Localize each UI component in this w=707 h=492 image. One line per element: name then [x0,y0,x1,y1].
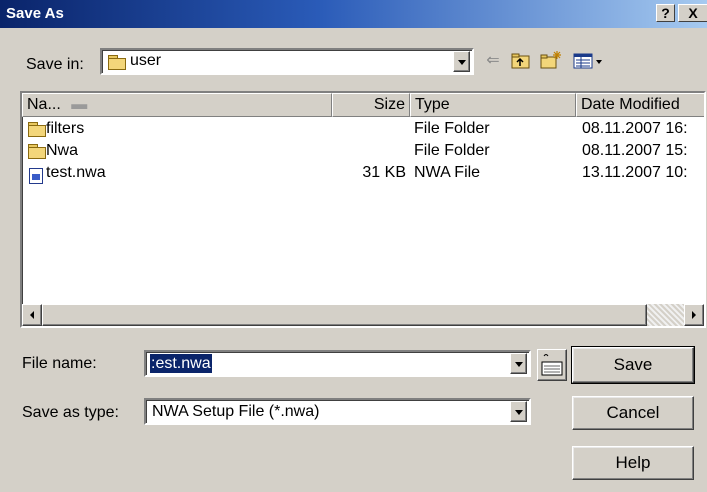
file-name-cell: test.nwa [46,164,106,181]
list-item[interactable]: test.nwa 31 KB NWA File 13.11.2007 10: [22,162,704,184]
list-item[interactable]: filters File Folder 08.11.2007 16: [22,118,704,140]
scroll-left-button[interactable] [22,304,42,326]
back-arrow-icon: ⇐ [486,52,500,69]
folder-icon [108,55,126,70]
views-menu-icon [573,53,602,69]
save-as-type-label: Save as type: [22,404,119,421]
folder-icon [28,121,46,137]
save-as-dialog: Save As ? X Save in: user ⇐ Na... ▬ Size… [0,0,707,492]
help-title-button[interactable]: ? [656,4,675,22]
chevron-down-icon [458,60,466,65]
nwa-file-icon [29,167,43,184]
cancel-button[interactable]: Cancel [572,396,694,430]
file-list[interactable]: Na... ▬ Size Type Date Modified filters … [20,91,706,328]
save-as-type-value: NWA Setup File (*.nwa) [152,403,320,420]
file-type-cell: File Folder [414,142,490,159]
close-icon: X [688,5,698,21]
save-button[interactable]: Save [571,346,695,384]
column-header-size[interactable]: Size [332,93,410,117]
help-icon: ? [661,5,670,21]
scroll-right-icon [692,311,696,319]
sort-indicator-icon: ▬ [71,96,88,113]
chevron-down-icon [515,410,523,415]
list-item[interactable]: Nwa File Folder 08.11.2007 15: [22,140,704,162]
title-bar[interactable]: Save As ? X [0,0,707,28]
file-name-cell: filters [46,120,85,137]
file-date-cell: 13.11.2007 10: [582,164,688,181]
file-date-cell: 08.11.2007 16: [582,120,688,137]
column-header-name[interactable]: Na... ▬ [22,93,332,117]
new-folder-button[interactable] [540,48,562,70]
scrollbar-track[interactable] [647,304,684,326]
folder-icon [28,143,46,159]
close-title-button[interactable]: X [678,4,707,22]
save-as-type-dropdown[interactable]: NWA Setup File (*.nwa) [144,398,531,425]
file-name-dropdown-button[interactable] [510,353,527,374]
new-folder-icon [540,51,561,69]
scroll-left-icon [30,311,34,319]
chevron-down-icon [515,362,523,367]
save-in-dropdown-button[interactable] [453,51,470,72]
back-button[interactable]: ⇐ [482,50,504,72]
views-menu-button[interactable] [572,50,608,72]
column-header-type[interactable]: Type [410,93,576,117]
scrollbar-thumb[interactable] [42,304,647,326]
save-in-dropdown[interactable]: user [100,48,474,75]
keyboard-icon [541,354,563,376]
file-name-label: File name: [22,355,97,372]
file-type-cell: NWA File [414,164,481,181]
horizontal-scrollbar[interactable] [22,304,704,326]
help-button[interactable]: Help [572,446,694,480]
save-in-label: Save in: [26,56,84,73]
dialog-title: Save As [6,5,64,22]
up-one-level-icon [511,53,530,69]
save-as-type-dropdown-button[interactable] [510,401,527,422]
column-header-date-modified[interactable]: Date Modified [576,93,704,117]
scroll-right-button[interactable] [684,304,704,326]
file-size-cell: 31 KB [362,164,406,181]
up-one-level-button[interactable] [510,50,532,72]
file-type-cell: File Folder [414,120,490,137]
save-in-value: user [130,52,162,69]
file-name-selected-text: :est.nwa [150,354,212,373]
file-name-cell: Nwa [46,142,79,159]
file-date-cell: 08.11.2007 15: [582,142,688,159]
keyboard-button[interactable] [537,349,567,381]
file-name-input[interactable]: :est.nwa [144,350,531,377]
